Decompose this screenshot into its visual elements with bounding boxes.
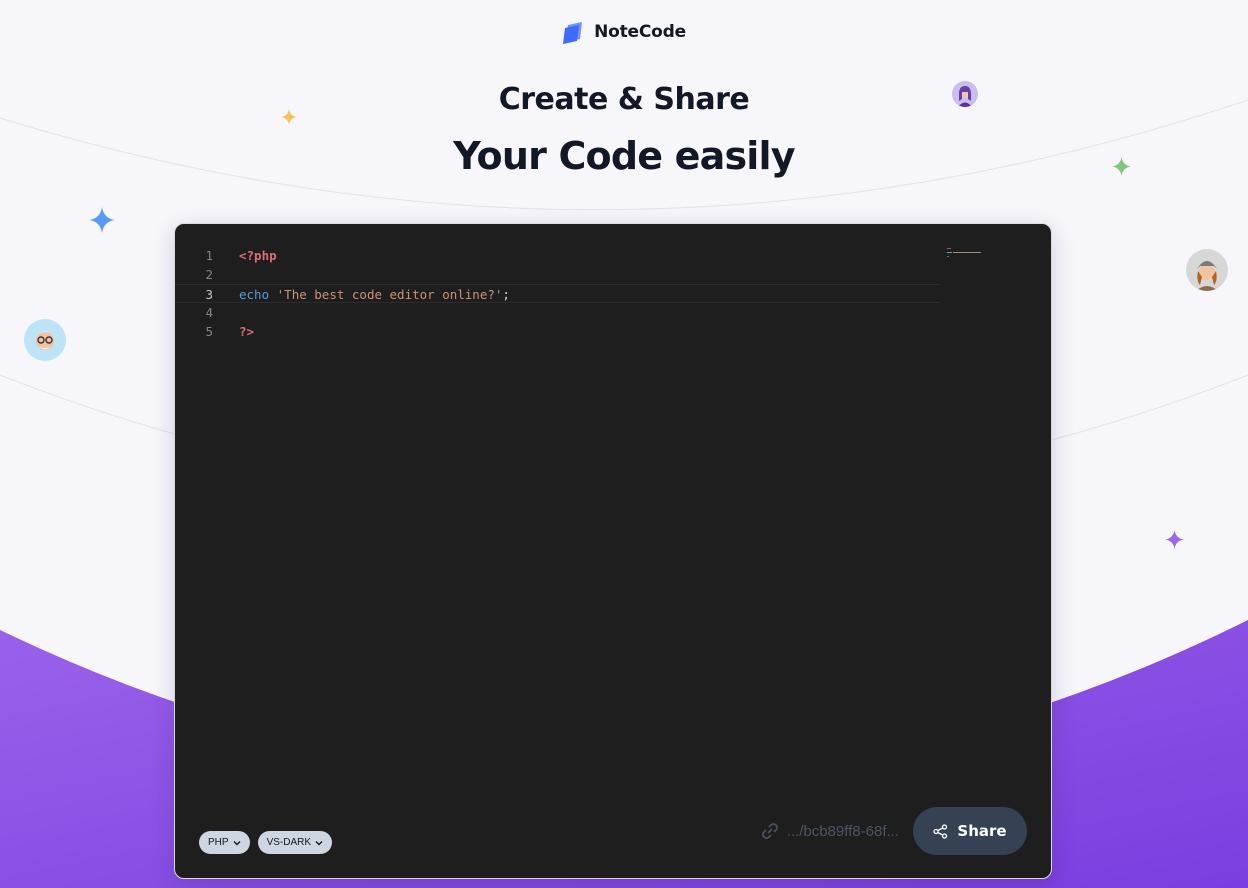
language-select[interactable]: PHP <box>199 831 250 854</box>
code-token: 'The best code editor online?' <box>276 287 503 302</box>
sparkle-green-icon <box>1112 157 1131 176</box>
editor-options: PHP VS-DARK <box>199 831 333 854</box>
theme-select[interactable]: VS-DARK <box>257 831 333 854</box>
line-number: 4 <box>205 305 213 320</box>
line-content: ?> <box>239 322 254 341</box>
theme-select-value: VS-DARK <box>266 837 312 848</box>
line-content: <?php <box>239 246 277 265</box>
app-header: NoteCode <box>0 20 1248 44</box>
avatar-left <box>24 319 66 361</box>
line-number: 2 <box>205 267 213 282</box>
sparkle-purple-icon <box>1165 530 1184 549</box>
line-number: 3 <box>205 287 213 302</box>
link-icon <box>761 823 778 839</box>
code-line[interactable]: 4 <box>175 303 940 322</box>
share-area: .../bcb89ff8-68f... Share <box>761 807 1027 855</box>
chevron-down-icon <box>315 840 323 845</box>
hero-title-line-1: Create & Share <box>498 82 750 117</box>
chevron-down-icon <box>233 840 241 845</box>
brand-name[interactable]: NoteCode <box>594 22 686 42</box>
share-icon <box>933 823 948 839</box>
share-link-text: .../bcb89ff8-68f... <box>786 822 899 840</box>
code-token: ?> <box>239 324 255 339</box>
hero-title-line-2: Your Code easily <box>453 134 795 178</box>
sparkle-blue-icon <box>89 207 115 233</box>
code-line[interactable]: 2 <box>175 265 940 284</box>
code-token: ; <box>502 287 510 302</box>
sparkle-yellow-icon <box>281 109 297 125</box>
avatar-top-right <box>952 81 978 107</box>
code-line[interactable]: 1 <?php <box>175 246 940 265</box>
language-select-value: PHP <box>208 837 229 848</box>
code-editor-card: 1 <?php 2 3 echo 'The best code editor onlin… <box>174 223 1052 879</box>
share-link[interactable]: .../bcb89ff8-68f... <box>761 822 899 840</box>
share-button-label: Share <box>957 822 1007 840</box>
share-button[interactable]: Share <box>913 807 1027 855</box>
line-number: 5 <box>205 324 213 339</box>
code-token: echo <box>239 287 270 302</box>
avatar-right <box>1186 249 1228 291</box>
editor-minimap[interactable] <box>947 246 997 260</box>
code-line[interactable]: 5 ?> <box>175 322 940 341</box>
code-token: <?php <box>239 248 277 263</box>
code-line[interactable]: 3 echo 'The best code editor online?'; <box>175 284 940 303</box>
line-number: 1 <box>205 248 213 263</box>
notecode-logo-icon[interactable] <box>562 20 586 44</box>
line-content: echo 'The best code editor online?'; <box>239 285 510 304</box>
code-editor[interactable]: 1 <?php 2 3 echo 'The best code editor onlin… <box>175 246 940 341</box>
